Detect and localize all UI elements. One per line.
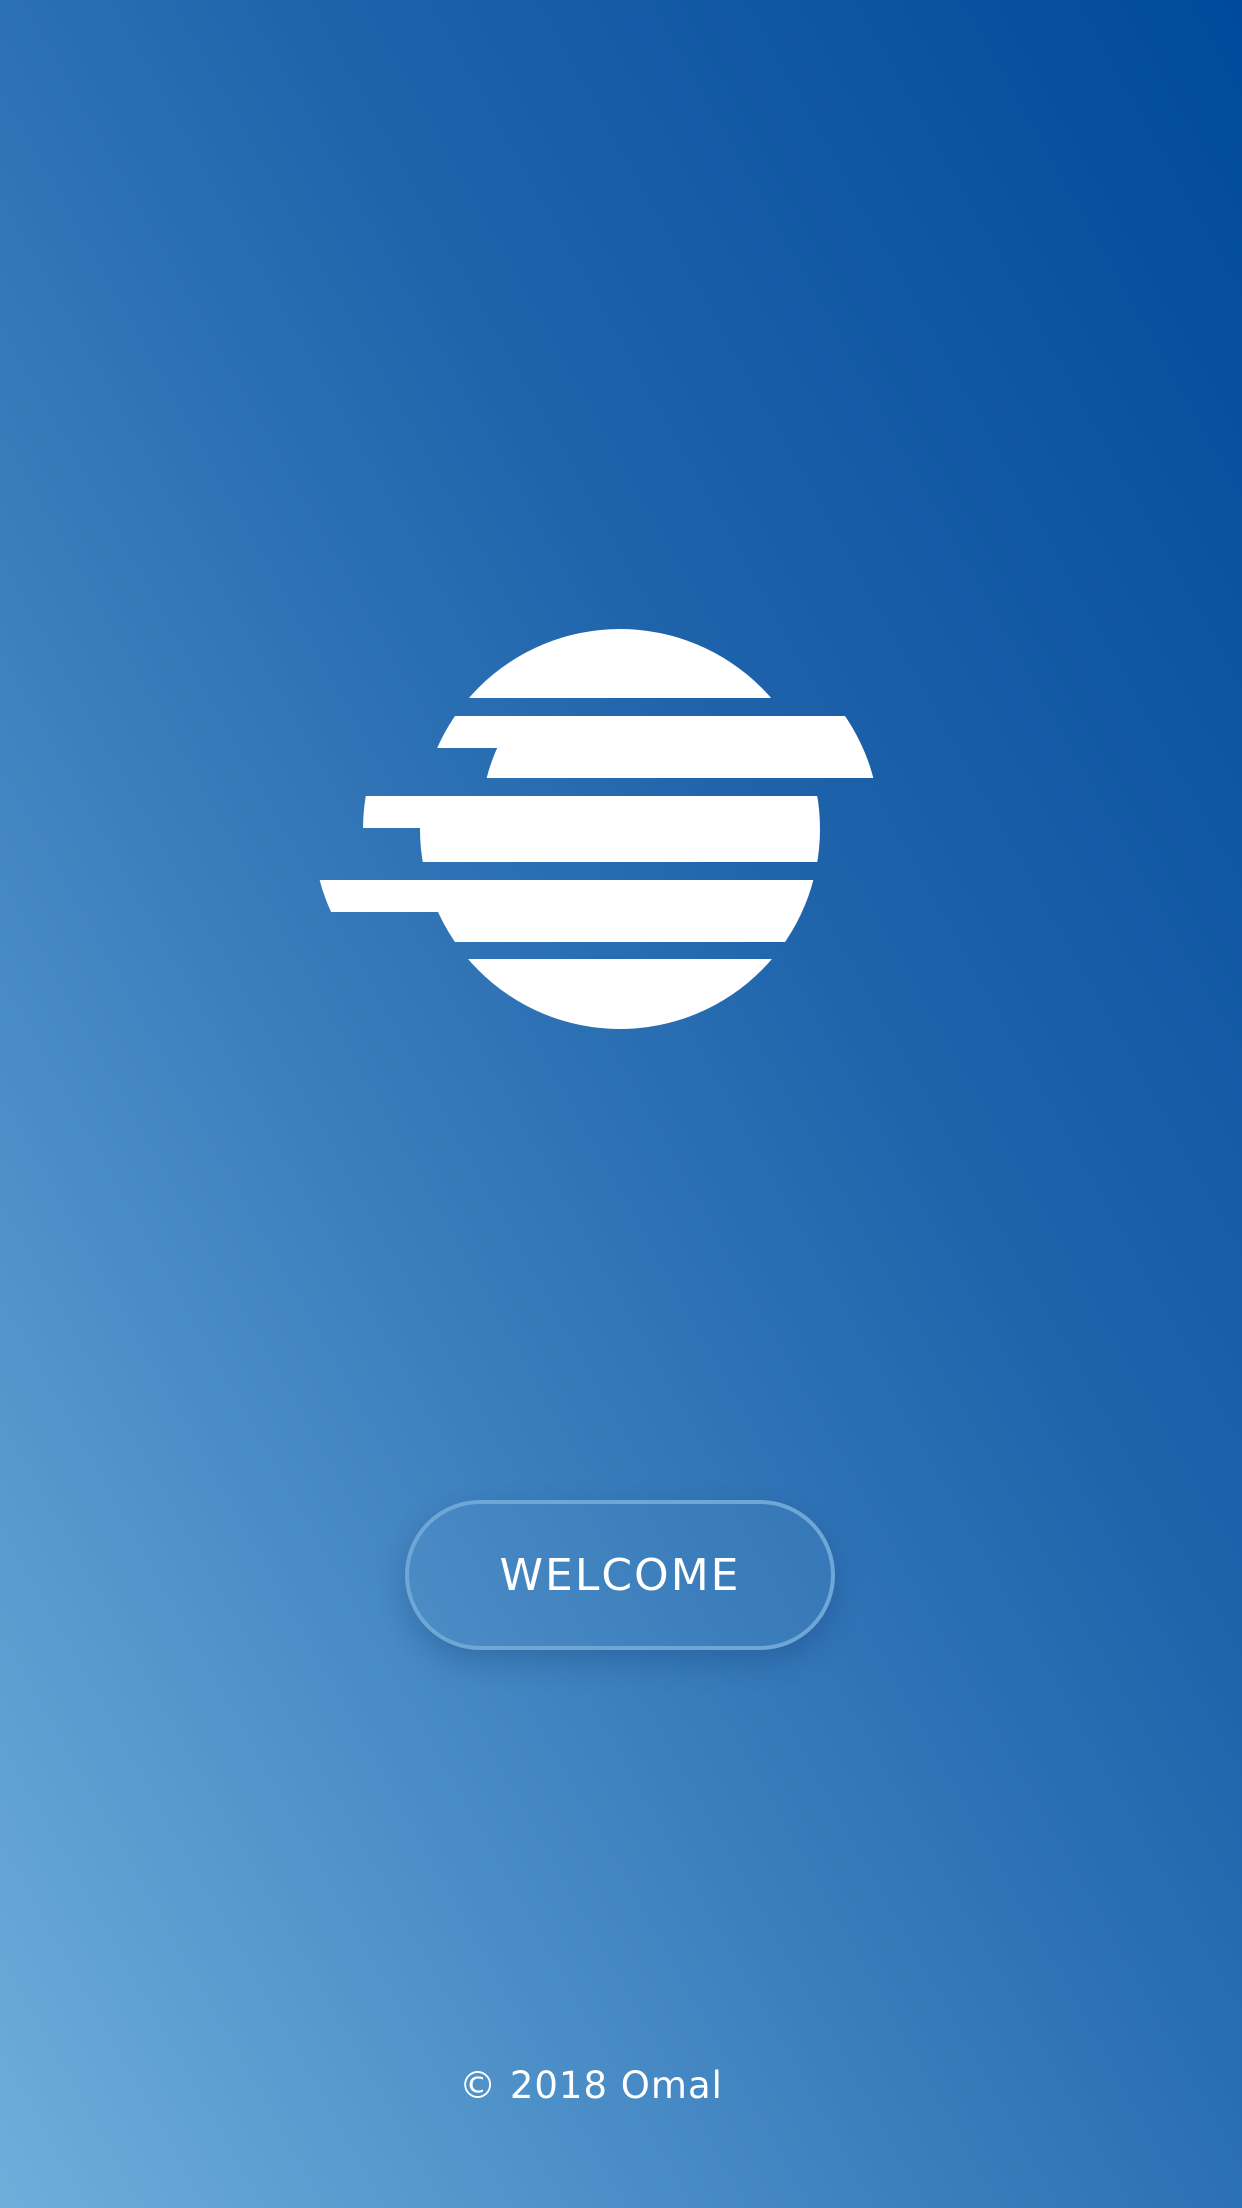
welcome-button[interactable]: WELCOME — [405, 1500, 835, 1650]
welcome-button-label: WELCOME — [499, 1549, 741, 1601]
striped-sun-logo-icon — [312, 628, 928, 1030]
copyright-text: © 2018 Omal — [459, 2064, 723, 2107]
